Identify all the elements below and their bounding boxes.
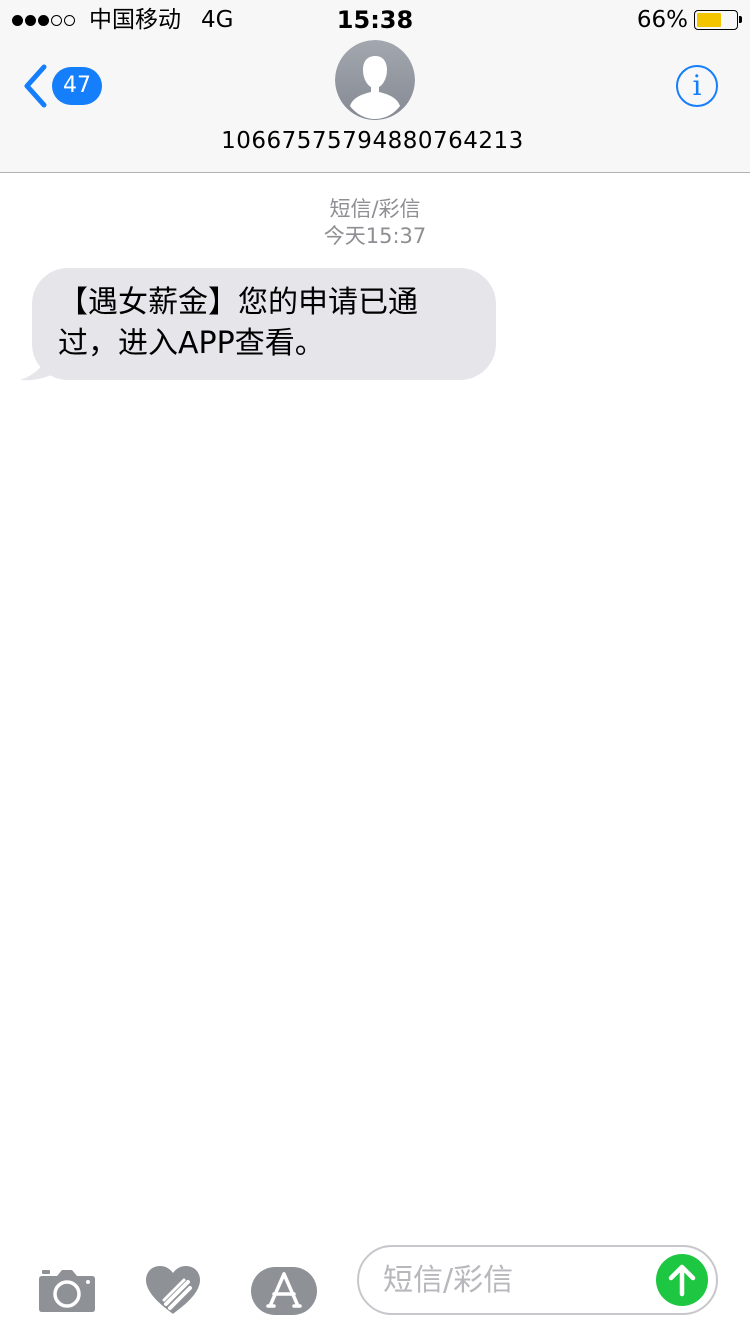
chevron-left-icon: [24, 64, 47, 108]
message-text: 【遇女薪金】您的申请已通过，进入APP查看。: [58, 285, 418, 361]
message-text-field[interactable]: [357, 1245, 718, 1315]
contact-number[interactable]: 10667575794880764213: [0, 126, 750, 156]
contact-avatar[interactable]: [335, 40, 415, 120]
status-right: 66%: [636, 6, 742, 34]
back-button[interactable]: 47: [22, 64, 102, 108]
app-store-icon[interactable]: [250, 1266, 318, 1316]
send-button[interactable]: [656, 1254, 708, 1306]
arrow-up-icon: [668, 1264, 696, 1297]
person-silhouette-icon: [335, 40, 415, 120]
unread-count-badge: 47: [52, 67, 102, 105]
message-timestamp: 今天15:37: [323, 224, 427, 248]
message-input-bar: [0, 1238, 750, 1334]
info-button[interactable]: i: [676, 65, 718, 107]
battery-icon: [694, 10, 742, 30]
camera-icon[interactable]: [38, 1268, 96, 1312]
messages-screen: 中国移动 4G 15:38 66% 47 1066757579488076421…: [0, 0, 750, 1334]
message-type-label: 短信/彩信: [329, 197, 421, 221]
message-input[interactable]: [383, 1257, 643, 1303]
battery-percent: 66%: [636, 7, 688, 33]
incoming-message-bubble[interactable]: 【遇女薪金】您的申请已通过，进入APP查看。: [32, 268, 496, 380]
conversation-header: 47 10667575794880764213 i: [0, 40, 750, 173]
status-bar: 中国移动 4G 15:38 66%: [0, 0, 750, 40]
digital-touch-icon[interactable]: [144, 1264, 202, 1316]
message-meta: 短信/彩信 今天15:37: [0, 196, 750, 250]
